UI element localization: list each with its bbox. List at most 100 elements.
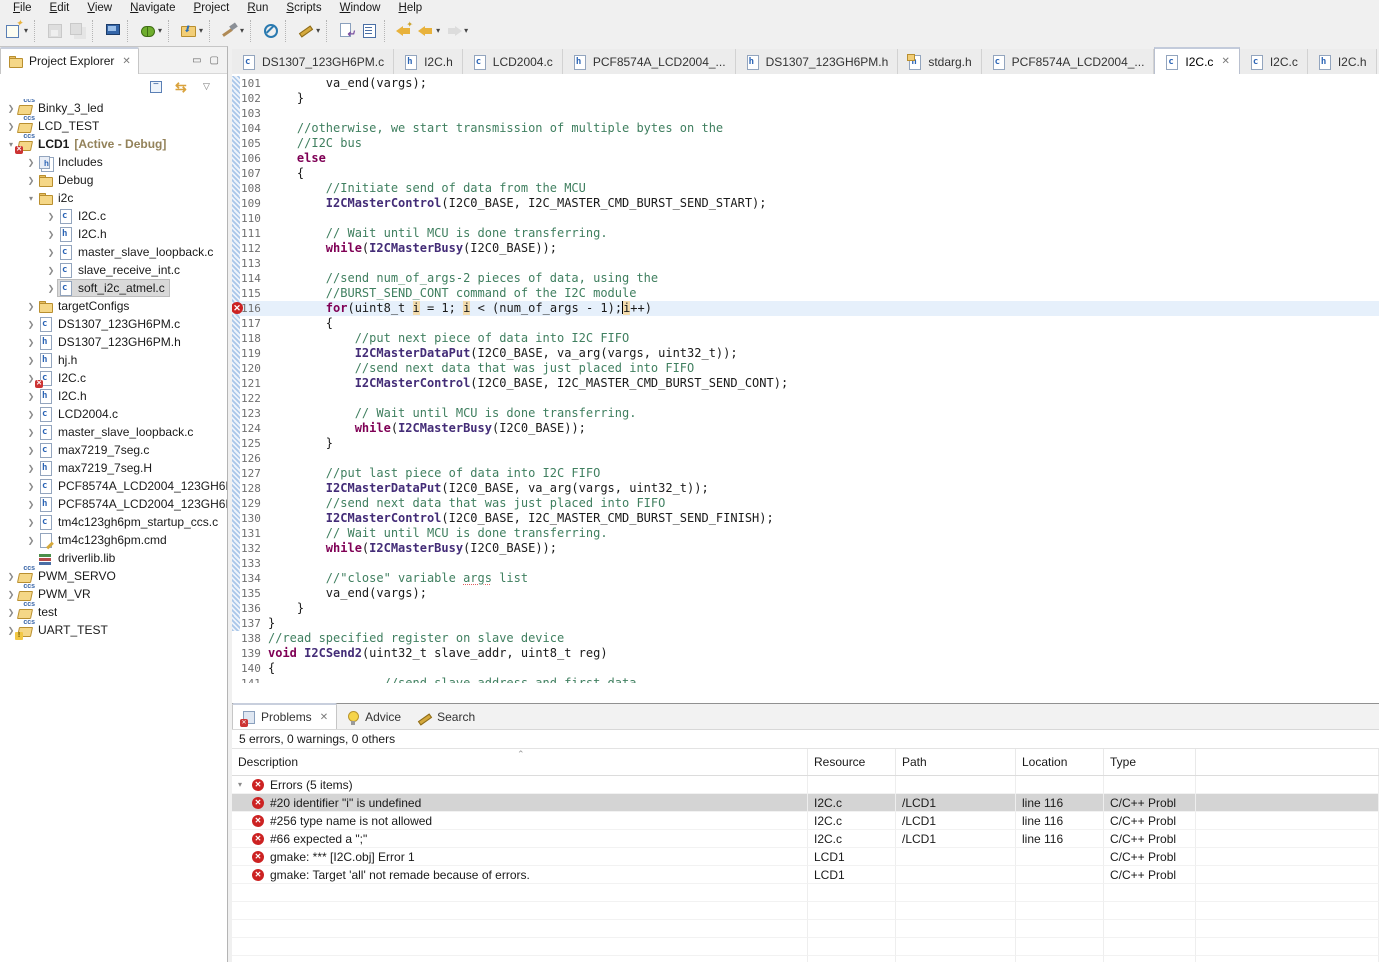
code-editor[interactable]: 101 va_end(vargs);102 }103104 //otherwis… [232,74,1379,729]
tree-item-debug[interactable]: ❯Debug [0,171,227,189]
tree-item-slave-receive-int-c[interactable]: ❯cslave_receive_int.c [0,261,227,279]
column-header-resource[interactable]: Resource [808,749,896,775]
tree-item-hj-h[interactable]: ❯hhj.h [0,351,227,369]
collapse-all-button[interactable] [149,79,165,95]
tree-item-uart-test[interactable]: ❯!UART_TEST [0,621,227,639]
tree-expand-icon[interactable]: ❯ [44,230,58,239]
search-button[interactable] [259,19,282,43]
close-icon[interactable]: ✕ [122,56,130,67]
tree-expand-icon[interactable]: ❯ [24,536,38,545]
tree-expand-icon[interactable]: ❯ [24,410,38,419]
tree-expand-icon[interactable]: ❯ [24,158,38,167]
column-header-type[interactable]: Type [1104,749,1196,775]
tree-expand-icon[interactable]: ▾ [24,194,38,203]
editor-tab-ds1307-123gh6pm-h[interactable]: hDS1307_123GH6PM.h [736,49,899,74]
open-resource-button[interactable] [335,19,358,43]
tree-item-i2c-h[interactable]: ❯hI2C.h [0,387,227,405]
tree-expand-icon[interactable]: ❯ [44,212,58,221]
tree-expand-icon[interactable]: ❯ [44,284,58,293]
tree-expand-icon[interactable]: ❯ [4,104,18,113]
tree-expand-icon[interactable]: ❯ [24,464,38,473]
minimize-icon[interactable]: ▭ [192,55,201,66]
tree-item-soft-i2c-atmel-c[interactable]: ❯csoft_i2c_atmel.c [0,279,227,297]
menu-project[interactable]: Project [185,2,239,14]
menu-help[interactable]: Help [390,2,432,14]
tree-expand-icon[interactable]: ❯ [44,248,58,257]
maximize-icon[interactable]: ▢ [210,55,219,66]
tree-item-targetconfigs[interactable]: ❯targetConfigs [0,297,227,315]
tree-item-includes[interactable]: ❯hIncludes [0,153,227,171]
forward-button[interactable]: ▾ [443,19,471,43]
problems-group-row[interactable]: ▾✕Errors (5 items) [232,776,1379,794]
editor-tab-i2c-c[interactable]: cI2C.c✕ [1154,47,1239,74]
pen-button[interactable]: ▾ [294,19,323,43]
editor-tab-i2c-c[interactable]: cI2C.c [1240,49,1308,74]
tree-expand-icon[interactable]: ❯ [24,446,38,455]
tree-expand-icon[interactable]: ❯ [24,356,38,365]
build-button[interactable]: ▾ [218,19,247,43]
tree-item-pcf8574a-lcd2004-123gh6p[interactable]: ❯cPCF8574A_LCD2004_123GH6P [0,477,227,495]
problem-row[interactable]: ✕#256 type name is not allowedI2C.c/LCD1… [232,812,1379,830]
tree-item-max7219-7seg-c[interactable]: ❯cmax7219_7seg.c [0,441,227,459]
chevron-down-icon[interactable]: ▾ [316,26,320,35]
back-button[interactable]: ▾ [415,19,443,43]
tree-expand-icon[interactable]: ❯ [4,122,18,131]
chevron-down-icon[interactable]: ▾ [240,26,244,35]
show-view-button[interactable] [358,19,381,43]
view-menu-button[interactable] [201,79,217,95]
tree-expand-icon[interactable]: ❯ [4,590,18,599]
editor-tab-i2c-h[interactable]: hI2C.h [394,49,463,74]
tree-item-master-slave-loopback-c[interactable]: ❯cmaster_slave_loopback.c [0,423,227,441]
tree-item-pcf8574a-lcd2004-123gh6p[interactable]: ❯hPCF8574A_LCD2004_123GH6P [0,495,227,513]
close-icon[interactable]: ✕ [1221,56,1229,67]
tab-project-explorer[interactable]: Project Explorer ✕ [0,47,139,74]
tree-item-ds1307-123gh6pm-h[interactable]: ❯hDS1307_123GH6PM.h [0,333,227,351]
tree-expand-icon[interactable]: ❯ [24,392,38,401]
tree-item-max7219-7seg-h[interactable]: ❯hmax7219_7seg.H [0,459,227,477]
tab-search[interactable]: Search [409,705,483,729]
tree-item-lcd1[interactable]: ▾✕LCD1[Active - Debug] [0,135,227,153]
menu-file[interactable]: File [4,2,41,14]
tree-expand-icon[interactable]: ❯ [24,428,38,437]
tree-item-i2c[interactable]: ▾i2c [0,189,227,207]
tree-item-i2c-h[interactable]: ❯hI2C.h [0,225,227,243]
chevron-down-icon[interactable]: ▾ [158,26,162,35]
tab-problems[interactable]: Problems✕ [232,703,337,729]
editor-tab-pcf8574a-lcd2004-[interactable]: hPCF8574A_LCD2004_... [563,49,736,74]
tree-item-i2c-c[interactable]: ❯cI2C.c [0,207,227,225]
editor-tab-stdarg-h[interactable]: hstdarg.h [898,49,981,74]
menu-scripts[interactable]: Scripts [277,2,330,14]
link-with-editor-button[interactable] [175,79,191,95]
tree-expand-icon[interactable]: ❯ [24,302,38,311]
problem-row[interactable]: ✕gmake: Target 'all' not remade because … [232,866,1379,884]
problem-row[interactable]: ✕#66 expected a ";"I2C.c/LCD1line 116C/C… [232,830,1379,848]
tab-advice[interactable]: Advice [337,705,409,729]
tree-item-lcd2004-c[interactable]: ❯cLCD2004.c [0,405,227,423]
tree-expand-icon[interactable]: ❯ [44,266,58,275]
flash-button[interactable]: ▾ [177,19,206,43]
debug-button[interactable]: ▾ [136,19,165,43]
tree-expand-icon[interactable]: ❯ [24,500,38,509]
tree-item-i2c-c[interactable]: ❯c✕I2C.c [0,369,227,387]
chevron-down-icon[interactable]: ▾ [24,26,28,35]
console-button[interactable] [101,19,124,43]
menu-navigate[interactable]: Navigate [121,2,184,14]
tree-item-master-slave-loopback-c[interactable]: ❯cmaster_slave_loopback.c [0,243,227,261]
menu-window[interactable]: Window [331,2,390,14]
tree-item-tm4c123gh6pm-startup-ccs-c[interactable]: ❯ctm4c123gh6pm_startup_ccs.c [0,513,227,531]
tree-expand-icon[interactable]: ❯ [24,482,38,491]
menu-run[interactable]: Run [238,2,277,14]
problem-row[interactable]: ✕#20 identifier "i" is undefinedI2C.c/LC… [232,794,1379,812]
new-button[interactable]: ▾ [2,19,31,43]
chevron-down-icon[interactable]: ▾ [238,780,252,789]
editor-tab-lcd2004-c[interactable]: cLCD2004.c [463,49,563,74]
editor-tab-i2c-h[interactable]: hI2C.h [1308,49,1377,74]
menu-edit[interactable]: Edit [41,2,79,14]
editor-tab-pcf8574a-lcd2004-[interactable]: cPCF8574A_LCD2004_... [982,49,1155,74]
chevron-down-icon[interactable]: ▾ [436,26,440,35]
chevron-down-icon[interactable]: ▾ [199,26,203,35]
last-edit-location-button[interactable]: ✦ [393,19,415,43]
column-header-location[interactable]: Location [1016,749,1104,775]
tree-expand-icon[interactable]: ❯ [24,518,38,527]
editor-tab-ds1307-123gh6pm-c[interactable]: cDS1307_123GH6PM.c [232,49,394,74]
